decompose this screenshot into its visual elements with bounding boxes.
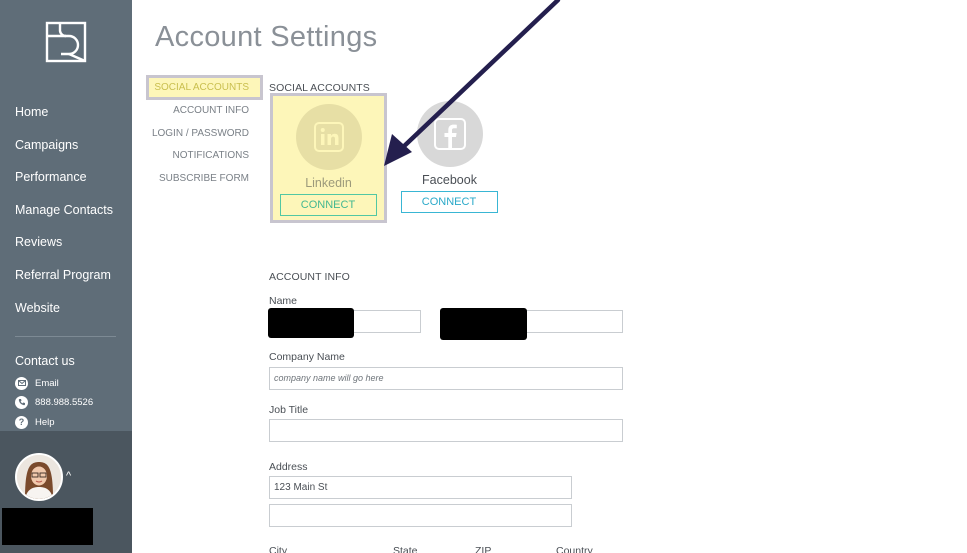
account-info-heading: ACCOUNT INFO [269,271,350,283]
subnav-item-login-password[interactable]: LOGIN / PASSWORD [146,123,263,146]
contact-help-link[interactable]: ? Help [15,415,55,429]
linkedin-icon [295,104,362,170]
help-icon: ? [15,415,28,429]
contact-email-label: Email [35,377,59,389]
redacted-last-name [440,308,527,340]
company-name-field[interactable]: company name will go here [269,367,623,390]
contact-phone-link[interactable]: 888.988.5526 [15,395,93,409]
name-label: Name [269,295,298,307]
address-line2-field[interactable] [269,504,572,527]
state-label: State [393,545,418,553]
settings-subnav: SOCIAL ACCOUNTS ACCOUNT INFO LOGIN / PAS… [146,75,263,190]
company-name-label: Company Name [269,351,345,363]
redacted-user-name [2,508,93,545]
contact-help-label: Help [35,416,55,428]
subnav-item-account-info[interactable]: ACCOUNT INFO [146,100,263,123]
contact-phone-label: 888.988.5526 [35,396,94,408]
nav-item-performance[interactable]: Performance [15,165,113,198]
redacted-first-name [268,308,354,338]
sidebar: Home Campaigns Performance Manage Contac… [0,0,132,553]
nav-item-manage-contacts[interactable]: Manage Contacts [15,198,113,231]
subnav-item-subscribe-form[interactable]: SUBSCRIBE FORM [146,168,263,191]
contact-title: Contact us [15,354,75,368]
subnav-item-social-accounts[interactable]: SOCIAL ACCOUNTS [146,75,263,100]
avatar[interactable] [15,453,63,501]
main-nav: Home Campaigns Performance Manage Contac… [15,100,113,328]
phone-icon [15,395,28,409]
address-label: Address [269,461,308,473]
address-line1-field[interactable]: 123 Main St [269,476,572,499]
annotation-arrow-icon [384,0,561,166]
page-title: Account Settings [155,21,378,53]
zip-label: ZIP [475,545,492,553]
nav-item-referral-program[interactable]: Referral Program [15,263,113,296]
linkedin-connect-button[interactable]: CONNECT [279,194,377,216]
job-title-field[interactable] [269,419,623,442]
nav-item-website[interactable]: Website [15,296,113,329]
nav-item-campaigns[interactable]: Campaigns [15,133,113,166]
facebook-name: Facebook [422,173,477,187]
linkedin-name: Linkedin [305,176,352,190]
country-label: Country [556,545,593,553]
facebook-connect-button[interactable]: CONNECT [400,191,498,213]
city-label: City [269,545,288,553]
brand-logo-icon[interactable] [45,21,87,63]
email-icon [15,376,28,390]
sidebar-divider [15,336,116,337]
nav-item-home[interactable]: Home [15,100,113,133]
subnav-item-notifications[interactable]: NOTIFICATIONS [146,145,263,168]
contact-email-link[interactable]: Email [15,376,59,390]
job-title-label: Job Title [269,404,309,416]
nav-item-reviews[interactable]: Reviews [15,230,113,263]
user-menu-caret-icon[interactable]: ^ [66,470,71,482]
